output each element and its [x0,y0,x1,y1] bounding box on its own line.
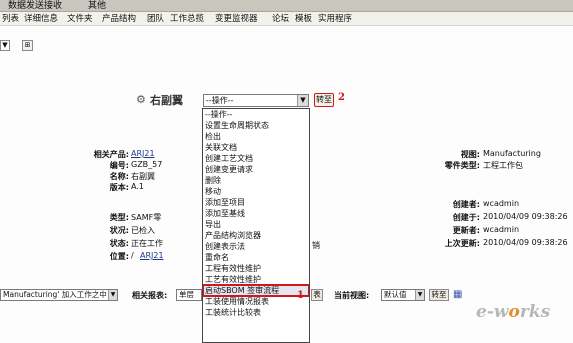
menu-item-folder[interactable]: 文件夹 [67,13,93,25]
menu-item-list[interactable]: 列表 [2,13,19,25]
number-value: GZB_57 [131,160,163,169]
state-tail-text: 销 [312,241,320,250]
number-label: 编号: [109,161,129,170]
actions-select[interactable]: --操作-- ▼ [203,94,309,107]
report-select[interactable]: 单层 [176,289,202,301]
actions-select-value: --操作-- [206,96,234,105]
menu-item-utilities[interactable]: 实用程序 [318,13,352,25]
location-prefix: / [131,251,134,260]
dropdown-option[interactable]: 创建变更请求 [203,164,309,175]
bottom-view-select-value: Manufacturing' 加入工作之中 [3,290,107,299]
updated-label: 上次更新: [444,239,480,248]
related-report-label: 相关报表: [132,291,168,300]
version-label: 版本: [109,183,129,192]
name-value: 右副翼 [131,172,155,181]
dropdown-option[interactable]: 删除 [203,175,309,186]
dropdown-option[interactable]: 产品结构浏览器 [203,230,309,241]
dropdown-option[interactable]: 创建工艺文档 [203,153,309,164]
bottom-go-button[interactable]: 转至 [429,289,449,301]
dropdown-option[interactable]: 重命名 [203,252,309,263]
location-label: 位置: [109,252,129,261]
dropdown-option[interactable]: 创建表示法 [203,241,309,252]
created-value: 2010/04/09 09:38:26 [483,212,568,221]
callout-number-1: 1 [297,290,304,301]
menu-item-templates[interactable]: 模板 [295,13,312,25]
updater-label: 更新者: [452,226,480,235]
top-tab-bar: 数据发送接收 其他 [0,0,573,12]
toolbar-select[interactable]: ▼ [0,40,10,51]
dropdown-option[interactable]: 工装使用情况报表 [203,296,309,307]
creator-value: wcadmin [483,199,520,208]
current-view-select-value: 默认值 [384,290,407,299]
go-button[interactable]: 转至 [314,93,334,107]
status-value: 已检入 [131,226,155,235]
updated-value: 2010/04/09 09:38:26 [483,238,568,247]
chevron-down-icon: ▼ [297,95,308,106]
report-button[interactable]: 表 [311,289,323,301]
version-value: A.1 [131,182,144,191]
related-product-link[interactable]: ARJ21 [131,149,155,158]
current-view-label: 当前视图: [334,291,370,300]
page-title: 右副翼 [150,94,183,107]
toolbar-grid-icon[interactable]: ⊞ [22,40,33,51]
dropdown-option[interactable]: --操作-- [203,109,309,120]
callout-number-2: 2 [338,92,345,103]
menu-item-details[interactable]: 详细信息 [24,13,58,25]
view-value: Manufacturing [483,149,541,158]
chevron-down-icon: ▼ [415,290,424,300]
created-label: 创建于: [452,213,480,222]
current-view-select[interactable]: 默认值 ▼ [381,289,425,301]
part-type-value: 工程工作包 [483,161,523,170]
menu-bar: 列表 详细信息 文件夹 产品结构 团队 工作总揽 变更监视器 论坛 模板 实用程… [0,12,573,26]
chevron-down-icon: ▼ [108,290,117,300]
eworks-watermark-logo: e-works [476,302,551,322]
type-label: 类型: [109,213,129,222]
status-label: 状况: [109,226,129,235]
creator-label: 创建者: [452,200,480,209]
menu-item-forum[interactable]: 论坛 [272,13,289,25]
dropdown-option-sbom-review[interactable]: 启动SBOM 签审流程 [203,284,309,297]
updater-value: wcadmin [483,225,520,234]
dropdown-option[interactable]: 添加至基线 [203,208,309,219]
state-label: 状态: [109,239,129,248]
location-link[interactable]: ARJ21 [140,251,164,260]
menu-item-work-overview[interactable]: 工作总揽 [170,13,204,25]
grid-view-icon[interactable]: ▦ [453,289,462,300]
object-gear-icon: ⚙ [136,93,146,106]
view-label: 视图: [460,150,480,159]
bottom-view-select[interactable]: Manufacturing' 加入工作之中 ▼ [0,289,118,301]
dropdown-option[interactable]: 移动 [203,186,309,197]
name-label: 名称: [109,172,129,181]
menu-item-product-structure[interactable]: 产品结构 [102,13,136,25]
related-product-label: 相关产品: [93,150,129,159]
dropdown-option[interactable]: 添加至项目 [203,197,309,208]
type-value: SAMF零 [131,213,162,222]
dropdown-option[interactable]: 检出 [203,131,309,142]
dropdown-option[interactable]: 导出 [203,219,309,230]
dropdown-option[interactable]: 工装统计比较表 [203,307,309,318]
state-value: 正在工作 [131,239,163,248]
part-type-label: 零件类型: [444,161,480,170]
dropdown-option[interactable]: 设置生命周期状态 [203,120,309,131]
tab-data-send-receive[interactable]: 数据发送接收 [8,0,62,12]
menu-item-team[interactable]: 团队 [147,13,164,25]
menu-item-change-monitor[interactable]: 变更监视器 [215,13,258,25]
dropdown-option[interactable]: 工程有效性维护 [203,263,309,274]
tab-other[interactable]: 其他 [88,0,106,12]
dropdown-option[interactable]: 工艺有效性维护 [203,274,309,285]
dropdown-option[interactable]: 关联文档 [203,142,309,153]
report-select-value: 单层 [179,290,194,299]
actions-dropdown-list[interactable]: --操作-- 设置生命周期状态 检出 关联文档 创建工艺文档 创建变更请求 删除… [202,108,310,343]
